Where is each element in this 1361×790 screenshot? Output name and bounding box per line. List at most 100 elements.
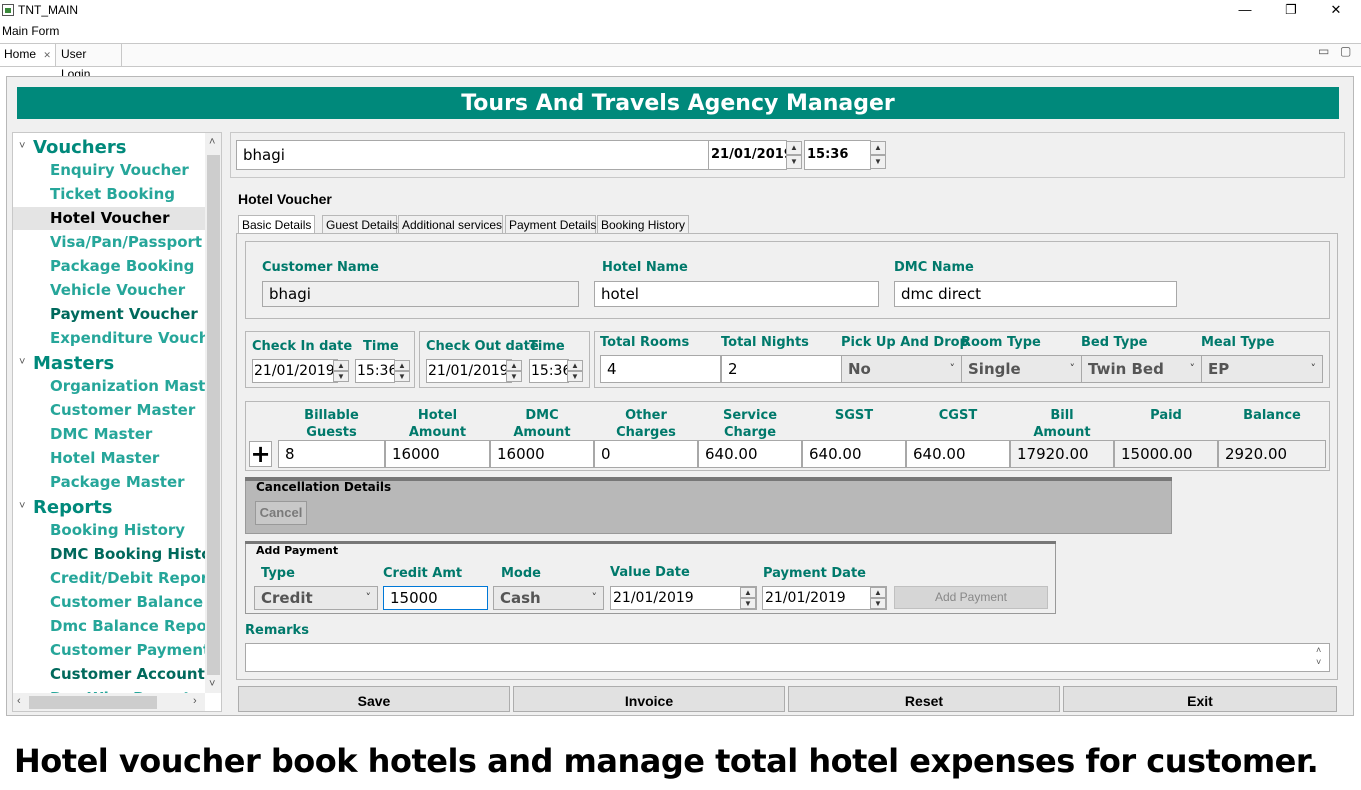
- dmc-name-field[interactable]: dmc direct: [894, 281, 1177, 307]
- credit-amt-input[interactable]: 15000: [383, 586, 488, 610]
- hotel-amount-field[interactable]: 16000: [385, 440, 490, 468]
- check-out-date-field[interactable]: 21/01/2019: [426, 359, 512, 383]
- spin-up-icon[interactable]: ▲: [394, 360, 410, 371]
- nav-group-reports[interactable]: Reports: [33, 497, 113, 518]
- close-icon[interactable]: ✕: [1313, 0, 1359, 22]
- hotel-name-field[interactable]: hotel: [594, 281, 879, 307]
- spin-up-icon[interactable]: ▲: [506, 360, 522, 371]
- nav-item-ticket-booking[interactable]: Ticket Booking: [50, 185, 175, 203]
- sgst-field[interactable]: 640.00: [802, 440, 906, 468]
- nav-item-organization-master[interactable]: Organization Master: [50, 377, 221, 395]
- view-minimize-icon[interactable]: ▭: [1318, 44, 1329, 58]
- nav-item-expenditure-voucher[interactable]: Expenditure Voucher: [50, 329, 221, 347]
- nav-item-vehicle-voucher[interactable]: Vehicle Voucher: [50, 281, 185, 299]
- spin-up-icon[interactable]: ▲: [870, 141, 886, 155]
- check-out-time-field[interactable]: 15:36: [529, 359, 569, 383]
- billing-header: SGST: [802, 407, 906, 424]
- spin-up-icon[interactable]: ▲: [870, 587, 886, 598]
- spin-down-icon[interactable]: ▼: [567, 371, 583, 382]
- nav-item-credit-debit-report[interactable]: Credit/Debit Report: [50, 569, 215, 587]
- payment-date-field[interactable]: 21/01/2019: [762, 586, 887, 610]
- tab-guest-details[interactable]: Guest Details: [322, 215, 398, 234]
- nav-item-package-booking[interactable]: Package Booking: [50, 257, 194, 275]
- scroll-up-icon[interactable]: ˄: [1316, 645, 1321, 655]
- add-row-icon[interactable]: +: [249, 441, 272, 467]
- view-maximize-icon[interactable]: ▢: [1340, 44, 1351, 58]
- tab-booking-history[interactable]: Booking History: [597, 215, 689, 234]
- spin-down-icon[interactable]: ▼: [870, 155, 886, 169]
- nav-hscroll-thumb[interactable]: [29, 696, 157, 709]
- cgst-field[interactable]: 640.00: [906, 440, 1010, 468]
- spin-down-icon[interactable]: ▼: [786, 155, 802, 169]
- spin-up-icon[interactable]: ▲: [740, 587, 756, 598]
- other-charges-field[interactable]: 0: [594, 440, 698, 468]
- add-payment-button[interactable]: Add Payment: [894, 586, 1048, 609]
- nav-item-customer-payment-report[interactable]: Customer Payment Report: [50, 641, 221, 659]
- payment-type-select[interactable]: Credit ˅: [254, 586, 378, 610]
- tab-home[interactable]: Home ✕: [0, 44, 56, 66]
- value-date-field[interactable]: 21/01/2019: [610, 586, 757, 610]
- nav-item-customer-master[interactable]: Customer Master: [50, 401, 195, 419]
- chevron-down-icon[interactable]: ˅: [19, 356, 25, 368]
- pickup-drop-select[interactable]: No ˅: [841, 355, 962, 383]
- header-time-field[interactable]: 15:36: [804, 140, 871, 170]
- remarks-input[interactable]: [245, 643, 1330, 672]
- nav-item-hotel-voucher[interactable]: Hotel Voucher: [50, 209, 169, 227]
- check-in-time-field[interactable]: 15:36: [355, 359, 395, 383]
- minimize-icon[interactable]: —: [1222, 0, 1268, 22]
- header-date-field[interactable]: 21/01/2019: [708, 140, 787, 170]
- payment-mode-select[interactable]: Cash ˅: [493, 586, 604, 610]
- nav-scroll-thumb[interactable]: [207, 155, 220, 675]
- chevron-down-icon[interactable]: ˅: [19, 140, 25, 152]
- nav-item-package-master[interactable]: Package Master: [50, 473, 185, 491]
- nav-item-customer-account-report[interactable]: Customer Account Report: [50, 665, 221, 683]
- spin-down-icon[interactable]: ▼: [506, 371, 522, 382]
- reset-button[interactable]: Reset: [788, 686, 1060, 712]
- nav-item-dmc-master[interactable]: DMC Master: [50, 425, 152, 443]
- nav-item-enquiry-voucher[interactable]: Enquiry Voucher: [50, 161, 189, 179]
- exit-button[interactable]: Exit: [1063, 686, 1337, 712]
- tab-payment-details[interactable]: Payment Details: [505, 215, 596, 234]
- invoice-button[interactable]: Invoice: [513, 686, 785, 712]
- bed-type-select[interactable]: Twin Bed ˅: [1081, 355, 1202, 383]
- spin-down-icon[interactable]: ▼: [740, 598, 756, 609]
- nav-item-visa-pan-passport[interactable]: Visa/Pan/Passport: [50, 233, 202, 251]
- spin-up-icon[interactable]: ▲: [567, 360, 583, 371]
- room-type-select[interactable]: Single ˅: [961, 355, 1082, 383]
- scroll-right-icon[interactable]: ›: [193, 695, 197, 707]
- scroll-down-icon[interactable]: ˅: [209, 678, 215, 690]
- spin-up-icon[interactable]: ▲: [333, 360, 349, 371]
- check-in-date-field[interactable]: 21/01/2019: [252, 359, 338, 383]
- spin-down-icon[interactable]: ▼: [870, 598, 886, 609]
- dmc-amount-field[interactable]: 16000: [490, 440, 594, 468]
- scroll-down-icon[interactable]: ˅: [1316, 657, 1321, 667]
- nav-item-booking-history[interactable]: Booking History: [50, 521, 185, 539]
- nav-item-dmc-booking-history[interactable]: DMC Booking History: [50, 545, 221, 563]
- tab-basic-details[interactable]: Basic Details: [238, 215, 315, 234]
- total-rooms-field[interactable]: 4: [600, 355, 721, 383]
- nav-item-dmc-balance-report[interactable]: Dmc Balance Report: [50, 617, 221, 635]
- spin-up-icon[interactable]: ▲: [786, 141, 802, 155]
- save-button[interactable]: Save: [238, 686, 510, 712]
- total-nights-field[interactable]: 2: [721, 355, 842, 383]
- meal-type-select[interactable]: EP ˅: [1201, 355, 1323, 383]
- tab-close-icon[interactable]: ✕: [43, 50, 51, 60]
- spin-down-icon[interactable]: ▼: [394, 371, 410, 382]
- nav-group-vouchers[interactable]: Vouchers: [33, 137, 126, 158]
- cancel-button[interactable]: Cancel: [255, 501, 307, 525]
- chevron-down-icon[interactable]: ˅: [19, 500, 25, 512]
- tab-user-login[interactable]: User Login: [57, 44, 122, 81]
- nav-item-customer-balance-report[interactable]: Customer Balance Report: [50, 593, 221, 611]
- menu-main-form[interactable]: Main Form: [2, 24, 59, 38]
- scroll-left-icon[interactable]: ‹: [17, 695, 21, 707]
- restore-icon[interactable]: ❐: [1268, 0, 1314, 22]
- service-charge-field[interactable]: 640.00: [698, 440, 802, 468]
- tab-additional-services[interactable]: Additional services: [398, 215, 503, 234]
- spin-down-icon[interactable]: ▼: [333, 371, 349, 382]
- billable-guests-field[interactable]: 8: [278, 440, 385, 468]
- nav-item-payment-voucher[interactable]: Payment Voucher: [50, 305, 198, 323]
- scroll-up-icon[interactable]: ˄: [209, 136, 215, 148]
- nav-group-masters[interactable]: Masters: [33, 353, 114, 374]
- customer-search-input[interactable]: bhagi: [236, 140, 709, 170]
- nav-item-hotel-master[interactable]: Hotel Master: [50, 449, 159, 467]
